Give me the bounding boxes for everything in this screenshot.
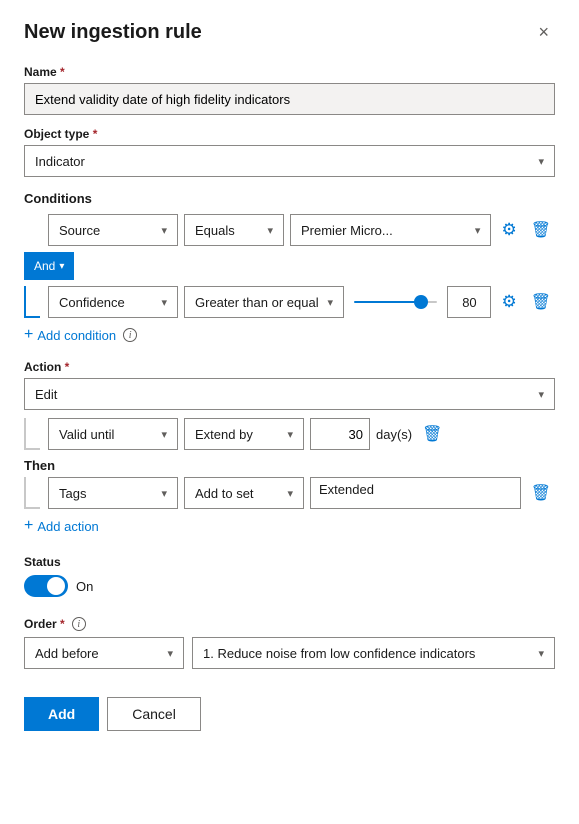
add-condition-label: Add condition bbox=[37, 328, 116, 343]
action2-operator-value: Add to set bbox=[195, 486, 254, 501]
status-section: Status On bbox=[24, 555, 555, 597]
close-button[interactable]: × bbox=[532, 20, 555, 45]
condition2-field-value: Confidence bbox=[59, 295, 125, 310]
name-label: Name bbox=[24, 65, 555, 79]
object-type-label: Object type bbox=[24, 127, 555, 141]
action1-operator-value: Extend by bbox=[195, 427, 253, 442]
action2-delete-button[interactable]: 🗑 bbox=[527, 479, 555, 507]
modal-title: New ingestion rule bbox=[24, 21, 202, 44]
object-type-value: Indicator bbox=[35, 154, 85, 169]
action1-operator-select[interactable]: Extend by ▾ bbox=[184, 418, 304, 450]
order-position-value: Add before bbox=[35, 646, 99, 661]
condition1-operator-value: Equals bbox=[195, 223, 235, 238]
add-button[interactable]: Add bbox=[24, 697, 99, 731]
cancel-button[interactable]: Cancel bbox=[107, 697, 201, 731]
and-label: And bbox=[34, 259, 55, 273]
condition1-settings-icon: ⚙ bbox=[501, 220, 516, 240]
condition1-value-select[interactable]: Premier Micro... ▾ bbox=[290, 214, 491, 246]
action-type-select[interactable]: Edit ▾ bbox=[24, 378, 555, 410]
condition1-value-text: Premier Micro... bbox=[301, 223, 393, 238]
toggle-container: On bbox=[24, 575, 555, 597]
order-rule-select[interactable]: 1. Reduce noise from low confidence indi… bbox=[192, 637, 555, 669]
confidence-slider[interactable] bbox=[354, 301, 437, 303]
condition1-operator-select[interactable]: Equals ▾ bbox=[184, 214, 284, 246]
action1-delete-icon: 🗑 bbox=[422, 424, 442, 444]
name-field-group: Name bbox=[24, 65, 555, 115]
action1-delete-button[interactable]: 🗑 bbox=[418, 420, 446, 448]
object-type-group: Object type Indicator ▾ bbox=[24, 127, 555, 177]
condition-row-1: Source ▾ Equals ▾ Premier Micro... ▾ ⚙ 🗑 bbox=[24, 214, 555, 246]
add-condition-plus-icon: + bbox=[24, 326, 33, 344]
add-action-label: Add action bbox=[37, 519, 98, 534]
action-type-value: Edit bbox=[35, 387, 57, 402]
slider-thumb[interactable] bbox=[414, 295, 428, 309]
condition2-settings-icon: ⚙ bbox=[501, 292, 516, 312]
condition2-settings-button[interactable]: ⚙ bbox=[497, 288, 520, 316]
object-type-select[interactable]: Indicator ▾ bbox=[24, 145, 555, 177]
name-input[interactable] bbox=[24, 83, 555, 115]
action-label: Action bbox=[24, 360, 555, 374]
action2-value-field[interactable]: Extended bbox=[310, 477, 521, 509]
action1-field-value: Valid until bbox=[59, 427, 114, 442]
confidence-slider-container: 80 bbox=[350, 286, 491, 318]
then-label: Then bbox=[24, 458, 555, 473]
action2-field-value: Tags bbox=[59, 486, 86, 501]
object-type-chevron: ▾ bbox=[538, 155, 544, 168]
order-section: Order i Add before ▾ 1. Reduce noise fro… bbox=[24, 617, 555, 669]
order-row: Add before ▾ 1. Reduce noise from low co… bbox=[24, 637, 555, 669]
condition1-field-select[interactable]: Source ▾ bbox=[48, 214, 178, 246]
action-row-2: Tags ▾ Add to set ▾ Extended 🗑 bbox=[24, 477, 555, 509]
condition1-settings-button[interactable]: ⚙ bbox=[497, 216, 520, 244]
condition-row-2: Confidence ▾ Greater than or equal ▾ 80 … bbox=[24, 286, 555, 318]
footer-buttons: Add Cancel bbox=[24, 697, 555, 731]
status-on-label: On bbox=[76, 579, 93, 594]
action1-days-label: day(s) bbox=[376, 427, 412, 442]
action2-field-select[interactable]: Tags ▾ bbox=[48, 477, 178, 509]
action-row-1: Valid until ▾ Extend by ▾ day(s) 🗑 bbox=[24, 418, 555, 450]
status-toggle[interactable] bbox=[24, 575, 68, 597]
slider-value: 80 bbox=[447, 286, 491, 318]
condition2-operator-select[interactable]: Greater than or equal ▾ bbox=[184, 286, 344, 318]
add-action-plus-icon: + bbox=[24, 517, 33, 535]
order-info-icon[interactable]: i bbox=[72, 617, 86, 631]
condition2-operator-value: Greater than or equal bbox=[195, 295, 319, 310]
action-section: Action Edit ▾ Valid until ▾ Extend by ▾ … bbox=[24, 360, 555, 535]
action1-field-select[interactable]: Valid until ▾ bbox=[48, 418, 178, 450]
order-position-select[interactable]: Add before ▾ bbox=[24, 637, 184, 669]
condition1-delete-icon: 🗑 bbox=[531, 220, 551, 240]
conditions-section: Conditions Source ▾ Equals ▾ Premier Mic… bbox=[24, 191, 555, 344]
add-condition-button[interactable]: + Add condition i bbox=[24, 326, 137, 344]
condition2-field-select[interactable]: Confidence ▾ bbox=[48, 286, 178, 318]
modal-header: New ingestion rule × bbox=[24, 20, 555, 45]
action2-operator-select[interactable]: Add to set ▾ bbox=[184, 477, 304, 509]
add-action-button[interactable]: + Add action bbox=[24, 517, 99, 535]
condition2-delete-icon: 🗑 bbox=[531, 292, 551, 312]
action2-delete-icon: 🗑 bbox=[531, 483, 551, 503]
and-chevron: ▾ bbox=[59, 261, 64, 272]
status-label: Status bbox=[24, 555, 555, 569]
condition1-delete-button[interactable]: 🗑 bbox=[527, 216, 555, 244]
condition2-delete-button[interactable]: 🗑 bbox=[527, 288, 555, 316]
and-button[interactable]: And ▾ bbox=[24, 252, 74, 280]
new-ingestion-rule-modal: New ingestion rule × Name Object type In… bbox=[0, 0, 579, 824]
action-type-chevron: ▾ bbox=[538, 388, 544, 401]
order-label: Order bbox=[24, 617, 65, 631]
toggle-knob bbox=[47, 577, 65, 595]
order-rule-value: 1. Reduce noise from low confidence indi… bbox=[203, 646, 475, 661]
conditions-label: Conditions bbox=[24, 191, 555, 206]
add-condition-info-icon[interactable]: i bbox=[123, 328, 137, 342]
condition1-field-value: Source bbox=[59, 223, 100, 238]
action1-num-input[interactable] bbox=[310, 418, 370, 450]
